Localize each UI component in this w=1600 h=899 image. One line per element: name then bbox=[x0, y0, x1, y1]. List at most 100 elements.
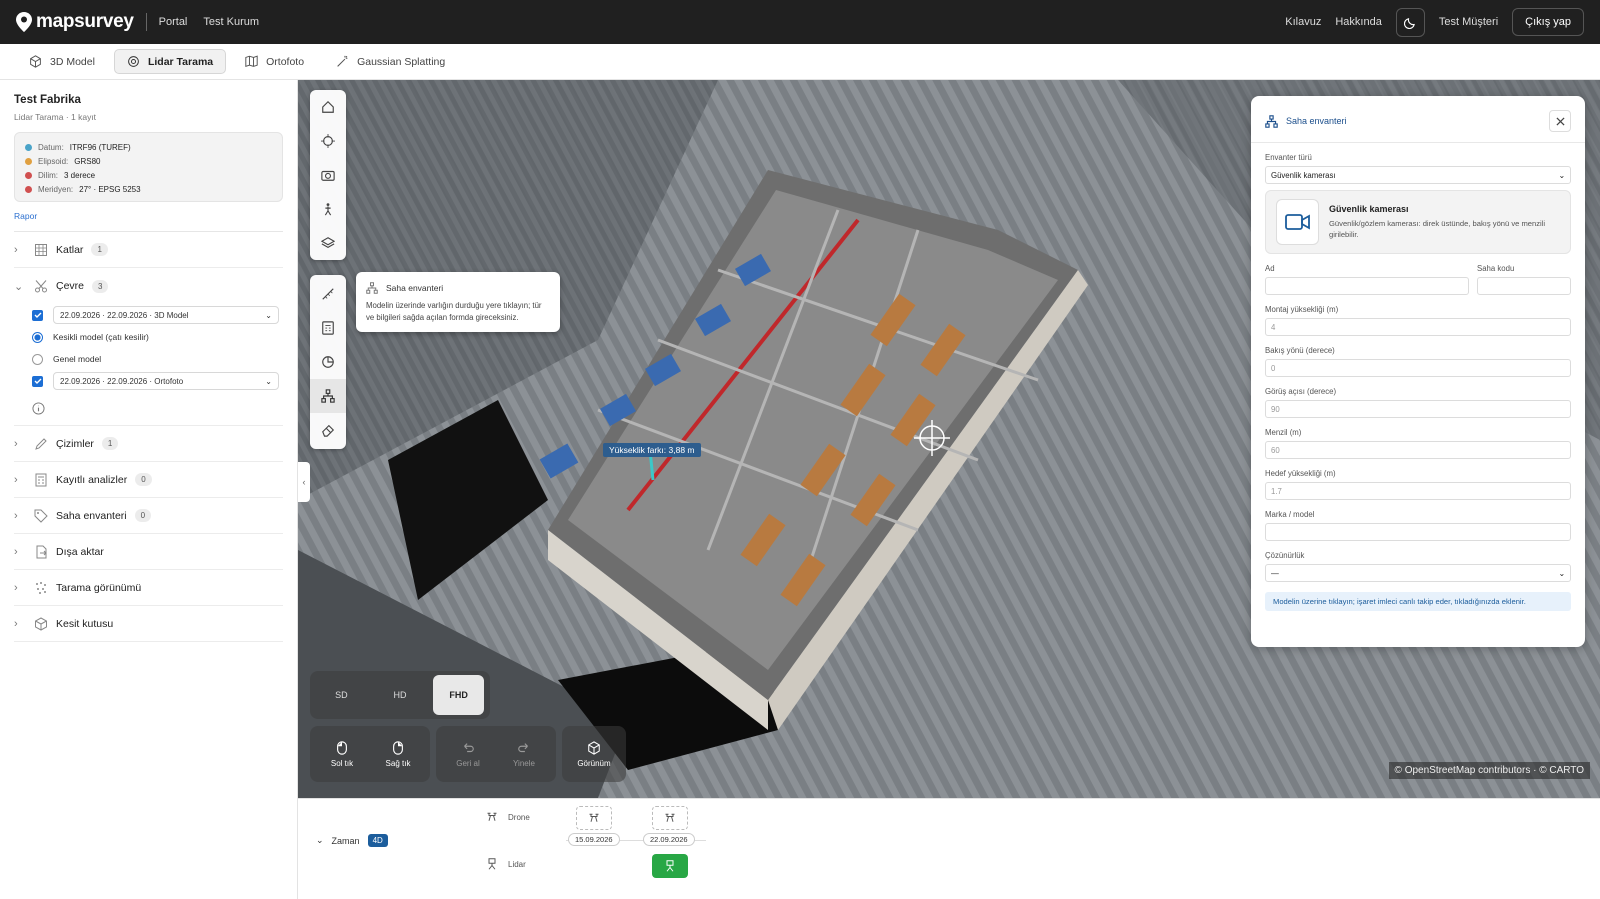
height-difference-label: Yükseklik farkı: 3,88 m bbox=[603, 443, 701, 457]
left-click-hint[interactable]: Sol tık bbox=[314, 740, 370, 768]
model-layer-checkbox[interactable] bbox=[32, 309, 43, 321]
pencil-icon bbox=[35, 437, 47, 450]
home-button[interactable] bbox=[310, 90, 346, 124]
video-camera-icon bbox=[1276, 199, 1320, 245]
resolution-select[interactable]: — ⌄ bbox=[1265, 564, 1571, 582]
guide-link[interactable]: Kılavuz bbox=[1285, 16, 1321, 28]
inventory-button[interactable] bbox=[310, 379, 346, 413]
lidar-scanner-icon bbox=[666, 860, 674, 872]
theme-toggle-button[interactable] bbox=[1395, 7, 1425, 37]
time-toggle[interactable]: ⌄ Zaman 4D bbox=[316, 834, 388, 847]
control-label: Görünüm bbox=[577, 758, 611, 768]
map-attribution[interactable]: © OpenStreetMap contributors · © CARTO bbox=[1388, 762, 1590, 779]
quality-sd-button[interactable]: SD bbox=[316, 675, 367, 715]
section-katlar[interactable]: › Katlar 1 bbox=[14, 232, 283, 268]
redo-button[interactable]: Yinele bbox=[496, 741, 552, 768]
redo-icon bbox=[518, 742, 528, 752]
date-chip-2[interactable]: 22.09.2026 bbox=[643, 833, 695, 846]
right-click-hint[interactable]: Sağ tık bbox=[370, 740, 426, 768]
quality-hd-button[interactable]: HD bbox=[375, 675, 426, 715]
tab-gaussian-splatting[interactable]: Gaussian Splatting bbox=[323, 49, 458, 74]
org-link[interactable]: Test Kurum bbox=[203, 16, 259, 28]
mount-height-input[interactable]: 4 bbox=[1265, 318, 1571, 336]
info-icon[interactable] bbox=[32, 402, 45, 415]
inventory-type-select[interactable]: Güvenlik kamerası ⌄ bbox=[1265, 166, 1571, 184]
quality-fhd-button[interactable]: FHD bbox=[433, 675, 485, 715]
analysis-button[interactable] bbox=[310, 345, 346, 379]
section-cizimler[interactable]: › Çizimler 1 bbox=[14, 426, 283, 462]
close-button[interactable] bbox=[1549, 110, 1571, 132]
inventory-tooltip: Saha envanteri Modelin üzerinde varlığın… bbox=[356, 272, 560, 332]
layers-button[interactable] bbox=[310, 226, 346, 260]
about-link[interactable]: Hakkında bbox=[1335, 16, 1381, 28]
date-chip-1[interactable]: 15.09.2026 bbox=[568, 833, 620, 846]
tab-label: Gaussian Splatting bbox=[357, 55, 446, 68]
section-kesit-kutusu[interactable]: › Kesit kutusu bbox=[14, 606, 283, 642]
tab-ortofoto[interactable]: Ortofoto bbox=[232, 49, 317, 74]
chevron-right-icon: › bbox=[14, 509, 18, 522]
name-input[interactable] bbox=[1265, 277, 1469, 295]
info-row bbox=[14, 392, 283, 426]
range-input[interactable]: 60 bbox=[1265, 441, 1571, 459]
site-code-input[interactable] bbox=[1477, 277, 1571, 295]
card-description: Güvenlik/gözlem kamerası: direk üstünde,… bbox=[1329, 219, 1546, 239]
view-direction-input[interactable]: 0 bbox=[1265, 359, 1571, 377]
report-link[interactable]: Rapor bbox=[14, 211, 283, 221]
select-value: 22.09.2026 · 22.09.2026 · 3D Model bbox=[60, 310, 189, 320]
count-badge: 0 bbox=[134, 509, 152, 522]
locate-button[interactable] bbox=[310, 124, 346, 158]
view-button[interactable]: Görünüm bbox=[566, 740, 622, 768]
tab-lidar-tarama[interactable]: Lidar Tarama bbox=[113, 49, 227, 74]
section-tarama-gorunumu[interactable]: › Tarama görünümü bbox=[14, 570, 283, 606]
section-disa-aktar[interactable]: › Dışa aktar bbox=[14, 534, 283, 570]
undo-icon bbox=[464, 742, 474, 752]
meridian-icon bbox=[25, 185, 32, 193]
view-cube-icon bbox=[588, 740, 600, 755]
general-model-option[interactable]: Genel model bbox=[14, 348, 283, 370]
user-name[interactable]: Test Müşteri bbox=[1439, 16, 1498, 28]
control-label: Yinele bbox=[513, 758, 535, 768]
inventory-panel: Saha envanteri Envanter türü Güvenlik ka… bbox=[1251, 96, 1585, 647]
brand-model-input[interactable] bbox=[1265, 523, 1571, 541]
walk-button[interactable] bbox=[310, 192, 346, 226]
brand-logo[interactable]: mapsurvey bbox=[16, 11, 134, 33]
general-model-radio[interactable] bbox=[32, 353, 43, 365]
drone-capture-2[interactable] bbox=[652, 806, 688, 830]
count-badge: 1 bbox=[91, 243, 108, 256]
section-cevre[interactable]: ⌄ Çevre 3 bbox=[14, 268, 283, 304]
target-height-input[interactable]: 1.7 bbox=[1265, 482, 1571, 500]
sidebar-collapse-handle[interactable]: ‹ bbox=[298, 462, 310, 502]
screenshot-button[interactable] bbox=[310, 158, 346, 192]
ortho-layer-select[interactable]: 22.09.2026 · 22.09.2026 · Ortofoto ⌄ bbox=[53, 372, 279, 390]
home-icon bbox=[322, 100, 334, 113]
lidar-track-label: Lidar bbox=[486, 858, 526, 870]
fov-input[interactable]: 90 bbox=[1265, 400, 1571, 418]
calculator-button[interactable] bbox=[310, 311, 346, 345]
drone-capture-1[interactable] bbox=[576, 806, 612, 830]
cut-model-radio[interactable] bbox=[32, 331, 43, 343]
chevron-down-icon: ⌄ bbox=[1558, 170, 1565, 180]
chevron-down-icon: ⌄ bbox=[265, 376, 272, 386]
lidar-capture-active[interactable] bbox=[652, 854, 688, 878]
section-kayitli-analizler[interactable]: › Kayıtlı analizler 0 bbox=[14, 462, 283, 498]
mouse-hints: Sol tık Sağ tık bbox=[310, 726, 430, 782]
model-layer-select[interactable]: 22.09.2026 · 22.09.2026 · 3D Model ⌄ bbox=[53, 306, 279, 324]
portal-link[interactable]: Portal bbox=[159, 16, 188, 28]
tab-3d-model[interactable]: 3D Model bbox=[16, 49, 108, 74]
undo-button[interactable]: Geri al bbox=[440, 741, 496, 768]
export-icon bbox=[36, 545, 47, 558]
mouse-right-icon bbox=[393, 740, 403, 755]
scissors-icon bbox=[35, 280, 47, 293]
ortho-layer-checkbox[interactable] bbox=[32, 375, 43, 387]
section-saha-envanteri[interactable]: › Saha envanteri 0 bbox=[14, 498, 283, 534]
eraser-button[interactable] bbox=[310, 413, 346, 447]
section-label: Çevre bbox=[56, 280, 85, 292]
logout-button[interactable]: Çıkış yap bbox=[1512, 8, 1584, 36]
person-icon bbox=[324, 203, 332, 216]
lidar-icon bbox=[128, 56, 139, 67]
ruler-button[interactable] bbox=[310, 277, 346, 311]
cut-model-option[interactable]: Kesikli model (çatı kesilir) bbox=[14, 326, 283, 348]
count-badge: 1 bbox=[101, 437, 119, 450]
info-label: Dilim: bbox=[38, 170, 58, 180]
project-subtitle: Lidar Tarama · 1 kayıt bbox=[14, 112, 97, 122]
